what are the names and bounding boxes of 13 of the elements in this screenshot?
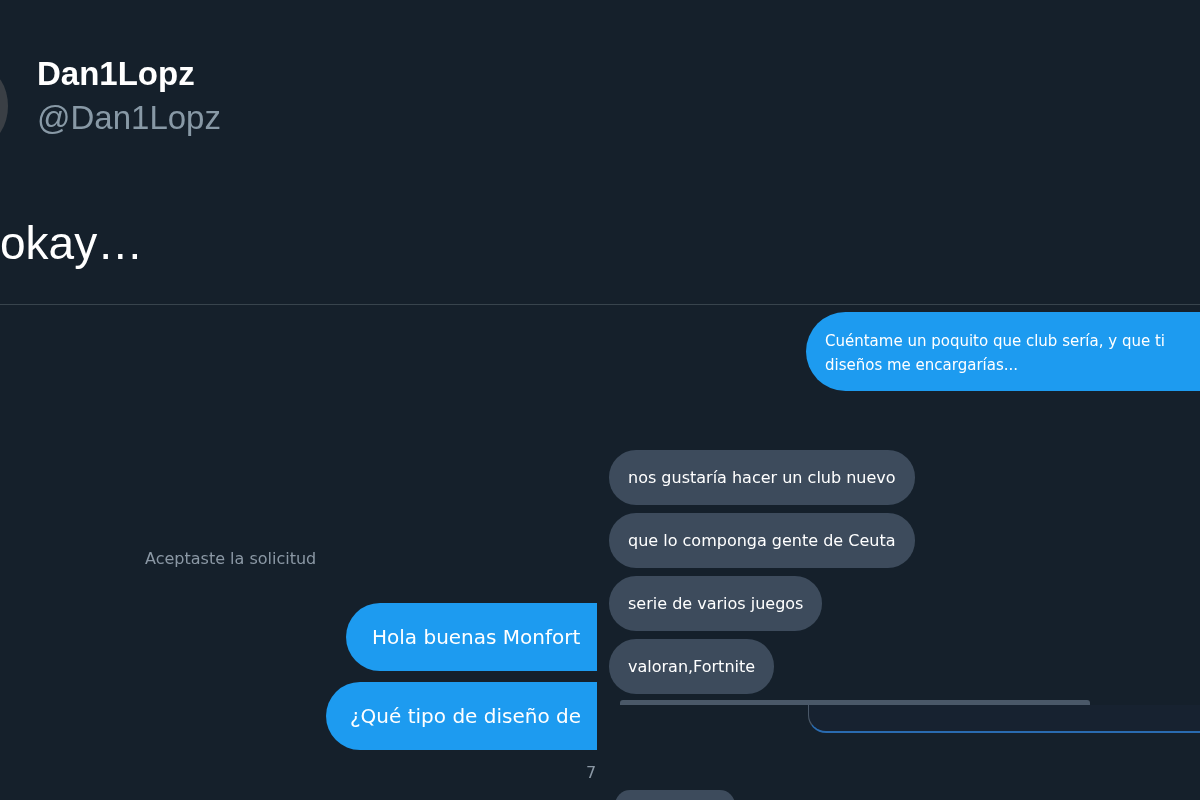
- author-name: Dan1Lopz: [37, 54, 196, 94]
- sent-message-bubble: Hola buenas Monfort: [346, 603, 597, 671]
- received-message-bubble: nos gustaría hacer un club nuevo: [609, 450, 915, 505]
- author-handle: @Dan1Lopz: [37, 98, 221, 138]
- sent-message-bubble: Cuéntame un poquito que club sería, y que ti diseños me encargarías...: [806, 312, 1200, 391]
- received-message-bubble: que lo componga gente de Ceuta: [609, 513, 915, 568]
- page-number: 7: [586, 763, 597, 782]
- received-message-bubble: valoran,Fortnite: [609, 639, 775, 694]
- message-input-field[interactable]: [808, 705, 1200, 733]
- sent-message-bubble: ¿Qué tipo de diseño de: [326, 682, 597, 750]
- tweet-text: okay…: [0, 216, 144, 271]
- received-message-bubble: serie de varios juegos: [609, 576, 823, 631]
- system-notice: Aceptaste la solicitud: [145, 549, 317, 568]
